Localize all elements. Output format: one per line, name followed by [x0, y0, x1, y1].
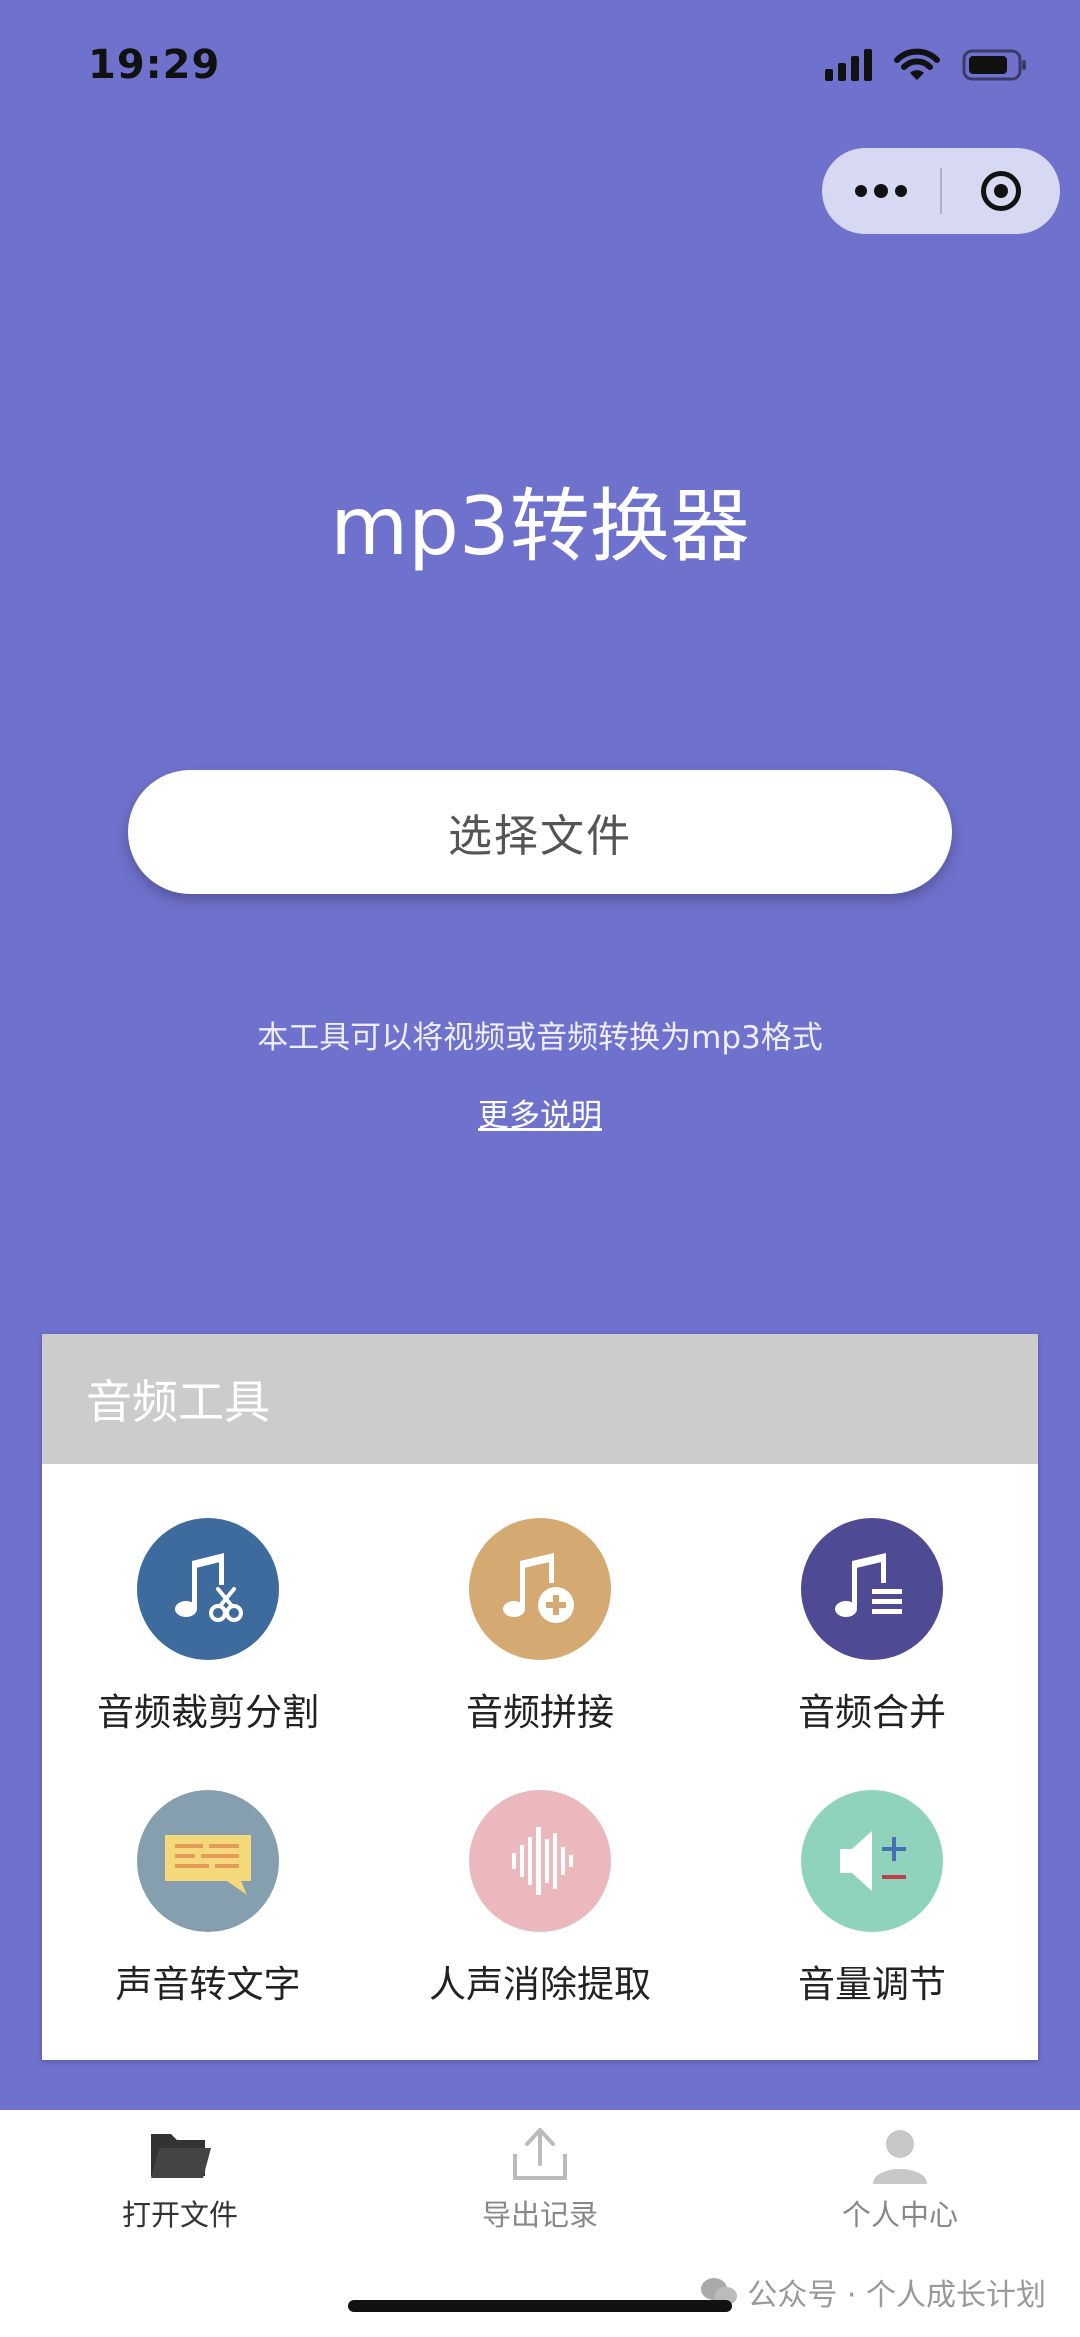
watermark-text: 公众号 · 个人成长计划	[747, 2278, 1046, 2313]
tool-label: 人声消除提取	[429, 1963, 651, 2006]
tool-vocal-removal[interactable]: 人声消除提取	[374, 1790, 706, 2008]
tool-label: 声音转文字	[115, 1963, 301, 2006]
audio-tools-header: 音频工具	[42, 1334, 1038, 1464]
tab-label: 个人中心	[841, 2198, 958, 2232]
speech-bubble-icon	[137, 1790, 279, 1932]
tool-volume-adjust[interactable]: 音量调节	[706, 1790, 1038, 2008]
tool-speech-to-text[interactable]: 声音转文字	[42, 1790, 374, 2008]
miniprogram-capsule	[822, 148, 1060, 234]
target-icon[interactable]	[942, 148, 1060, 234]
tool-label: 音量调节	[798, 1963, 946, 2006]
tool-label: 音频裁剪分割	[97, 1691, 319, 1734]
battery-icon	[962, 49, 1026, 81]
more-info-link[interactable]: 更多说明	[478, 1098, 602, 1134]
tab-label: 导出记录	[481, 2198, 598, 2232]
tab-open-file[interactable]: 打开文件	[0, 2126, 360, 2234]
tool-label: 音频拼接	[466, 1691, 614, 1734]
wifi-icon	[894, 48, 940, 80]
page-title: mp3转换器	[330, 480, 750, 573]
waveform-icon	[469, 1790, 611, 1932]
audio-tools-card: 音频工具 音频裁剪分割 音频拼接 音频合并 声音转文字 人声消除提取 音量调节	[42, 1334, 1038, 2060]
tool-audio-cut[interactable]: 音频裁剪分割	[42, 1518, 374, 1736]
status-time: 19:29	[88, 42, 221, 88]
tab-profile[interactable]: 个人中心	[720, 2126, 1080, 2234]
upload-icon	[513, 2128, 567, 2180]
tab-export-records[interactable]: 导出记录	[360, 2126, 720, 2234]
tab-label: 打开文件	[121, 2198, 238, 2232]
more-dots-icon[interactable]	[822, 148, 940, 234]
cellular-signal-icon	[825, 49, 872, 81]
folder-icon	[151, 2134, 211, 2178]
tool-audio-merge[interactable]: 音频合并	[706, 1518, 1038, 1736]
music-plus-icon	[469, 1518, 611, 1660]
speaker-plus-minus-icon	[801, 1790, 943, 1932]
select-file-button[interactable]: 选择文件	[128, 770, 952, 894]
user-icon	[873, 2130, 927, 2184]
watermark: 公众号 · 个人成长计划	[699, 2270, 1046, 2314]
tool-audio-splice[interactable]: 音频拼接	[374, 1518, 706, 1736]
music-scissors-icon	[137, 1518, 279, 1660]
audio-tools-grid: 音频裁剪分割 音频拼接 音频合并 声音转文字 人声消除提取 音量调节	[42, 1464, 1038, 2060]
home-indicator	[348, 2300, 732, 2312]
more-info-link-row: 更多说明	[0, 1090, 1080, 1135]
tool-label: 音频合并	[798, 1691, 946, 1734]
status-icons	[825, 48, 1028, 82]
music-list-icon	[801, 1518, 943, 1660]
tool-description: 本工具可以将视频或音频转换为mp3格式	[257, 1020, 823, 1056]
